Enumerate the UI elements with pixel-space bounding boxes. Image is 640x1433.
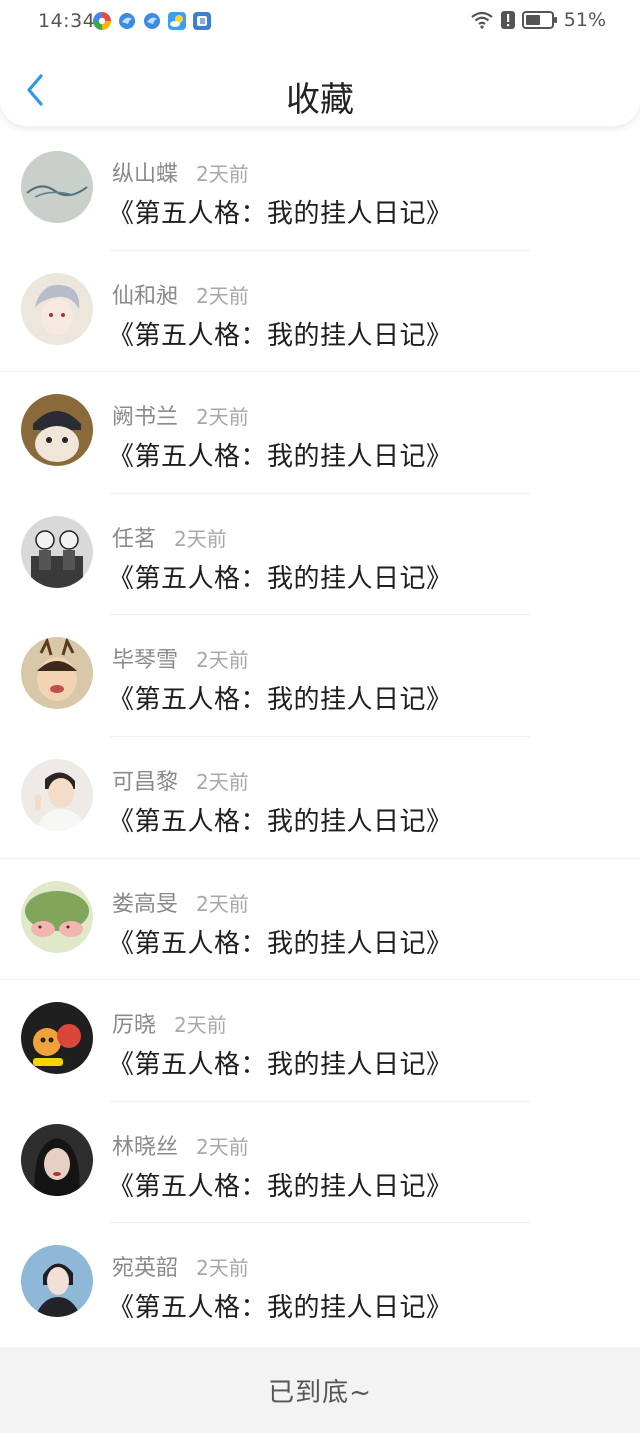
- user-name[interactable]: 厉晓: [112, 1007, 156, 1039]
- timestamp: 2天前: [196, 1256, 249, 1281]
- end-of-list-text: 已到底~: [268, 1377, 372, 1408]
- favorite-title[interactable]: 《第五人格：我的挂人日记》: [108, 679, 453, 716]
- wifi-icon: [471, 11, 493, 29]
- favorite-title[interactable]: 《第五人格：我的挂人日记》: [108, 1166, 453, 1203]
- header-card: 14:34 51% 收藏: [0, 0, 640, 126]
- list-item[interactable]: 可昌黎 2天前 《第五人格：我的挂人日记》: [0, 737, 640, 859]
- list-item[interactable]: 林晓丝 2天前 《第五人格：我的挂人日记》: [0, 1102, 640, 1224]
- timestamp: 2天前: [196, 283, 249, 308]
- timestamp: 2天前: [174, 526, 227, 551]
- favorites-list: 纵山蝶 2天前 《第五人格：我的挂人日记》 仙和昶 2天前 《第五人格：我的挂人…: [0, 129, 640, 1345]
- timestamp: 2天前: [196, 1134, 249, 1159]
- user-name[interactable]: 毕琴雪: [112, 642, 178, 674]
- battery-icon: [521, 11, 557, 29]
- alert-icon: [500, 11, 515, 29]
- favorite-title[interactable]: 《第五人格：我的挂人日记》: [108, 801, 453, 838]
- status-time: 14:34: [38, 10, 96, 32]
- battery-percent: 51%: [563, 9, 606, 31]
- timestamp: 2天前: [196, 162, 249, 186]
- blue-bird-icon: [144, 13, 160, 29]
- timestamp: 2天前: [196, 769, 249, 794]
- list-item[interactable]: 纵山蝶 2天前 《第五人格：我的挂人日记》: [0, 129, 640, 251]
- user-name[interactable]: 任茗: [112, 521, 156, 553]
- status-bar: 14:34 51%: [0, 0, 640, 44]
- avatar[interactable]: [21, 637, 93, 710]
- timestamp: 2天前: [174, 1013, 227, 1038]
- list-item[interactable]: 毕琴雪 2天前 《第五人格：我的挂人日记》: [0, 615, 640, 737]
- nav-bar: 收藏: [0, 56, 640, 126]
- status-app-icons: [92, 11, 212, 31]
- user-name[interactable]: 阙书兰: [112, 399, 178, 431]
- user-name[interactable]: 仙和昶: [112, 278, 178, 310]
- list-item[interactable]: 阙书兰 2天前 《第五人格：我的挂人日记》: [0, 372, 640, 494]
- avatar[interactable]: [21, 151, 93, 223]
- avatar[interactable]: [21, 394, 93, 467]
- avatar[interactable]: [21, 1002, 93, 1075]
- end-of-list-footer: 已到底~: [0, 1347, 640, 1433]
- favorite-title[interactable]: 《第五人格：我的挂人日记》: [108, 436, 453, 473]
- avatar[interactable]: [21, 272, 93, 345]
- list-item[interactable]: 宛英韶 2天前 《第五人格：我的挂人日记》: [0, 1223, 640, 1345]
- timestamp: 2天前: [196, 405, 249, 430]
- list-item[interactable]: 任茗 2天前 《第五人格：我的挂人日记》: [0, 494, 640, 616]
- avatar[interactable]: [21, 758, 93, 831]
- user-name[interactable]: 可昌黎: [112, 764, 178, 796]
- favorite-title[interactable]: 《第五人格：我的挂人日记》: [108, 1044, 453, 1081]
- timestamp: 2天前: [196, 648, 249, 673]
- timestamp: 2天前: [196, 891, 249, 916]
- favorite-title[interactable]: 《第五人格：我的挂人日记》: [108, 1287, 453, 1324]
- user-name[interactable]: 林晓丝: [112, 1129, 178, 1161]
- list-item[interactable]: 娄高旻 2天前 《第五人格：我的挂人日记》: [0, 859, 640, 981]
- blue-bird-icon: [119, 13, 135, 29]
- user-name[interactable]: 娄高旻: [112, 886, 178, 918]
- browser-e-icon: [193, 12, 211, 30]
- list-item[interactable]: 仙和昶 2天前 《第五人格：我的挂人日记》: [0, 251, 640, 373]
- favorite-title[interactable]: 《第五人格：我的挂人日记》: [108, 315, 453, 352]
- page-title: 收藏: [286, 80, 354, 120]
- avatar[interactable]: [21, 1123, 93, 1196]
- favorite-title[interactable]: 《第五人格：我的挂人日记》: [108, 923, 453, 960]
- avatar[interactable]: [21, 880, 93, 953]
- avatar[interactable]: [21, 1245, 93, 1318]
- weather-icon: [168, 12, 186, 30]
- colorful-app-icon: [93, 12, 111, 30]
- status-indicators: 51%: [470, 9, 606, 31]
- user-name[interactable]: 纵山蝶: [112, 156, 178, 188]
- list-item[interactable]: 厉晓 2天前 《第五人格：我的挂人日记》: [0, 980, 640, 1102]
- favorite-title[interactable]: 《第五人格：我的挂人日记》: [108, 193, 453, 230]
- favorite-title[interactable]: 《第五人格：我的挂人日记》: [108, 558, 453, 595]
- avatar[interactable]: [21, 515, 93, 588]
- user-name[interactable]: 宛英韶: [112, 1250, 178, 1282]
